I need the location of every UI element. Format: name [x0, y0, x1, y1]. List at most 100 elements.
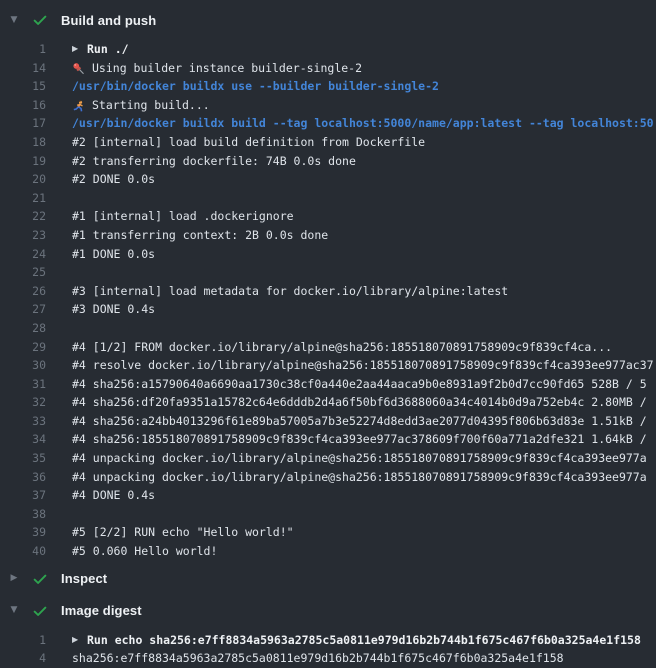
log-line: 37 #4 DONE 0.4s	[0, 486, 656, 505]
log-line: 14 Using builder instance builder-single…	[0, 59, 656, 78]
line-text: #1 [internal] load .dockerignore	[72, 207, 656, 226]
log-section-image-digest: ▼ Image digest 1 ▶Run echo sha256:e7ff88…	[0, 599, 656, 668]
line-message: Starting build...	[92, 96, 210, 115]
line-number[interactable]: 30	[0, 356, 46, 375]
line-number[interactable]: 15	[0, 77, 46, 96]
log-line: 15 /usr/bin/docker buildx use --builder …	[0, 77, 656, 96]
log-line: 29 #4 [1/2] FROM docker.io/library/alpin…	[0, 338, 656, 357]
log-line: 17 /usr/bin/docker buildx build --tag lo…	[0, 114, 656, 133]
log-line: 16 Starting build...	[0, 96, 656, 115]
log-line: 23 #1 transferring context: 2B 0.0s done	[0, 226, 656, 245]
line-number[interactable]: 22	[0, 207, 46, 226]
log-line: 31 #4 sha256:a15790640a6690aa1730c38cf0a…	[0, 375, 656, 394]
line-number[interactable]: 26	[0, 282, 46, 301]
line-number[interactable]: 24	[0, 245, 46, 264]
line-text: #2 DONE 0.0s	[72, 170, 656, 189]
log-line: 21	[0, 189, 656, 208]
section-title: Build and push	[61, 13, 156, 28]
log-line: 39 #5 [2/2] RUN echo "Hello world!"	[0, 523, 656, 542]
section-header-image-digest[interactable]: ▼ Image digest	[0, 599, 656, 623]
line-number[interactable]: 1	[0, 631, 46, 650]
line-text: #2 [internal] load build definition from…	[72, 133, 656, 152]
line-text: #4 DONE 0.4s	[72, 486, 656, 505]
log-line: 26 #3 [internal] load metadata for docke…	[0, 282, 656, 301]
line-number[interactable]: 35	[0, 449, 46, 468]
line-number[interactable]: 19	[0, 152, 46, 171]
line-number[interactable]: 25	[0, 263, 46, 282]
line-number[interactable]: 27	[0, 300, 46, 319]
line-text: #4 sha256:df20fa9351a15782c64e6dddb2d4a6…	[72, 393, 656, 412]
line-number[interactable]: 33	[0, 412, 46, 431]
line-number[interactable]: 21	[0, 189, 46, 208]
line-number[interactable]: 17	[0, 114, 46, 133]
line-text: #4 [1/2] FROM docker.io/library/alpine@s…	[72, 338, 656, 357]
line-text: #4 unpacking docker.io/library/alpine@sh…	[72, 449, 656, 468]
line-text: Starting build...	[72, 96, 656, 115]
chevron-icon: ▶	[8, 574, 20, 583]
line-text: #5 0.060 Hello world!	[72, 542, 656, 561]
line-text: #5 [2/2] RUN echo "Hello world!"	[72, 523, 656, 542]
line-text: /usr/bin/docker buildx build --tag local…	[72, 114, 656, 133]
log-line: 40 #5 0.060 Hello world!	[0, 542, 656, 561]
section-header-inspect[interactable]: ▶ Inspect	[0, 567, 656, 591]
section-header-build-and-push[interactable]: ▼ Build and push	[0, 8, 656, 32]
line-text: #4 sha256:185518070891758909c9f839cf4ca3…	[72, 430, 656, 449]
log-line: 38	[0, 505, 656, 524]
line-number[interactable]: 16	[0, 96, 46, 115]
line-number[interactable]: 28	[0, 319, 46, 338]
log-line: 36 #4 unpacking docker.io/library/alpine…	[0, 468, 656, 487]
line-number[interactable]: 18	[0, 133, 46, 152]
log-section-build-and-push: ▼ Build and push 1 ▶Run ./ 14 Using buil…	[0, 8, 656, 561]
line-number[interactable]: 34	[0, 430, 46, 449]
line-number[interactable]: 20	[0, 170, 46, 189]
line-number[interactable]: 38	[0, 505, 46, 524]
line-number[interactable]: 23	[0, 226, 46, 245]
line-text: sha256:e7ff8834a5963a2785c5a0811e979d16b…	[72, 649, 656, 668]
log-line: 27 #3 DONE 0.4s	[0, 300, 656, 319]
line-number[interactable]: 29	[0, 338, 46, 357]
line-number[interactable]: 14	[0, 59, 46, 78]
pushpin-emoji	[72, 62, 85, 75]
chevron-icon: ▼	[8, 16, 20, 25]
log-section-inspect: ▶ Inspect	[0, 567, 656, 591]
line-number[interactable]: 4	[0, 649, 46, 668]
line-number[interactable]: 32	[0, 393, 46, 412]
log-line: 32 #4 sha256:df20fa9351a15782c64e6dddb2d…	[0, 393, 656, 412]
line-text	[72, 505, 656, 524]
line-number[interactable]: 37	[0, 486, 46, 505]
line-text	[72, 189, 656, 208]
line-text: #1 DONE 0.0s	[72, 245, 656, 264]
line-text: #3 [internal] load metadata for docker.i…	[72, 282, 656, 301]
log-line: 4 sha256:e7ff8834a5963a2785c5a0811e979d1…	[0, 649, 656, 668]
log-line: 25	[0, 263, 656, 282]
chevron-icon: ▼	[8, 606, 20, 615]
log-line: 1 ▶Run echo sha256:e7ff8834a5963a2785c5a…	[0, 631, 656, 650]
group-command-text: Run ./	[87, 40, 129, 59]
line-text	[72, 263, 656, 282]
expand-group-icon[interactable]: ▶	[72, 631, 87, 650]
line-number[interactable]: 1	[0, 40, 46, 59]
line-text: #3 DONE 0.4s	[72, 300, 656, 319]
log-line: 33 #4 sha256:a24bb4013296f61e89ba57005a7…	[0, 412, 656, 431]
line-text: Using builder instance builder-single-2	[72, 59, 656, 78]
line-number[interactable]: 40	[0, 542, 46, 561]
check-icon	[32, 12, 48, 28]
log-line: 28	[0, 319, 656, 338]
log-line: 30 #4 resolve docker.io/library/alpine@s…	[0, 356, 656, 375]
line-number[interactable]: 31	[0, 375, 46, 394]
expand-group-icon[interactable]: ▶	[72, 40, 87, 59]
line-text: #4 sha256:a15790640a6690aa1730c38cf0a440…	[72, 375, 656, 394]
runner-emoji	[72, 100, 85, 113]
line-message: Using builder instance builder-single-2	[92, 59, 362, 78]
log-line: 35 #4 unpacking docker.io/library/alpine…	[0, 449, 656, 468]
check-icon	[32, 571, 48, 587]
group-command-text: Run echo sha256:e7ff8834a5963a2785c5a081…	[87, 631, 641, 650]
line-number[interactable]: 39	[0, 523, 46, 542]
line-text: ▶Run ./	[72, 40, 656, 59]
log-viewer: ▼ Build and push 1 ▶Run ./ 14 Using buil…	[0, 0, 656, 668]
line-text: #4 resolve docker.io/library/alpine@sha2…	[72, 356, 656, 375]
line-text: /usr/bin/docker buildx use --builder bui…	[72, 77, 656, 96]
line-number[interactable]: 36	[0, 468, 46, 487]
runner-icon	[72, 100, 85, 113]
line-text: ▶Run echo sha256:e7ff8834a5963a2785c5a08…	[72, 631, 656, 650]
